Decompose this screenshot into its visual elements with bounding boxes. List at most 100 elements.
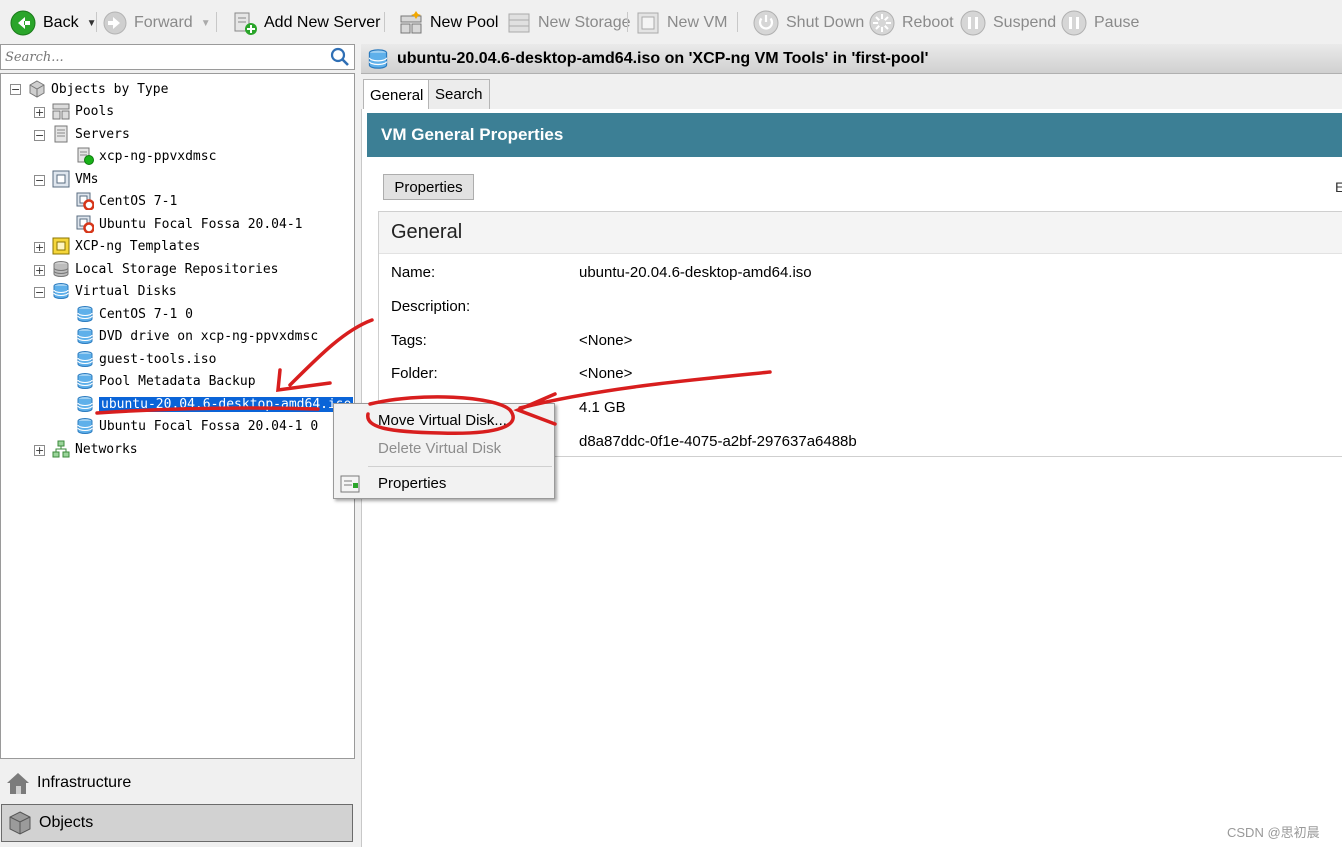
- expand-icon[interactable]: +: [34, 265, 45, 276]
- tree-node-objects-by-type[interactable]: Objects by Type: [28, 79, 168, 99]
- disk-icon: [77, 306, 93, 322]
- collapse-icon[interactable]: −: [34, 287, 45, 298]
- tree-label: Virtual Disks: [75, 283, 177, 299]
- tree-node-pools[interactable]: Pools: [52, 101, 114, 121]
- expand-icon[interactable]: +: [34, 242, 45, 253]
- tree-node-networks[interactable]: Networks: [52, 439, 138, 459]
- tree-node-local-storage[interactable]: Local Storage Repositories: [52, 259, 279, 279]
- cube-icon: [29, 80, 45, 98]
- search-input[interactable]: [5, 47, 325, 67]
- properties-icon: [340, 475, 360, 493]
- property-row-tags: Tags: <None>: [391, 332, 632, 354]
- pool-icon: [52, 103, 70, 120]
- disk-icon: [77, 418, 93, 434]
- tree-label: Local Storage Repositories: [75, 261, 279, 277]
- forward-dropdown-icon[interactable]: ▼: [201, 18, 211, 29]
- disk-icon: [77, 351, 93, 367]
- nav-infrastructure-button[interactable]: Infrastructure: [0, 764, 355, 802]
- new-pool-label: New Pool: [430, 14, 499, 31]
- tree-node-disk-guest-tools[interactable]: guest-tools.iso: [76, 349, 216, 369]
- disk-icon: [77, 373, 93, 389]
- vm-stopped-icon: [76, 192, 94, 210]
- tree-label: ubuntu-20.04.6-desktop-amd64.iso: [99, 396, 354, 412]
- collapse-icon[interactable]: −: [10, 84, 21, 95]
- tree-node-servers[interactable]: Servers: [52, 124, 130, 144]
- collapse-icon[interactable]: −: [34, 175, 45, 186]
- menu-separator: [368, 466, 552, 467]
- new-pool-button[interactable]: New Pool: [398, 8, 498, 38]
- tab-general[interactable]: General: [363, 79, 431, 110]
- menu-item-move-virtual-disk[interactable]: Move Virtual Disk...: [378, 408, 507, 432]
- house-icon: [7, 773, 29, 794]
- property-row-folder: Folder: <None>: [391, 365, 632, 387]
- tree-node-disk-ubuntu-vm[interactable]: Ubuntu Focal Fossa 20.04-1 0: [76, 416, 318, 436]
- object-tree: − Objects by Type + Pools − Servers xcp-…: [0, 73, 355, 759]
- tree-node-vm-ubuntu[interactable]: Ubuntu Focal Fossa 20.04-1: [76, 214, 303, 234]
- tree-label: VMs: [75, 171, 99, 187]
- menu-item-properties[interactable]: Properties: [378, 471, 446, 495]
- tree-node-vms[interactable]: VMs: [52, 169, 98, 189]
- tree-node-vm-centos[interactable]: CentOS 7-1: [76, 191, 177, 211]
- property-row-name: Name: ubuntu-20.04.6-desktop-amd64.iso: [391, 264, 812, 286]
- tree-label: Ubuntu Focal Fossa 20.04-1: [99, 216, 303, 232]
- properties-button[interactable]: Properties: [383, 174, 474, 200]
- toolbar-separator: [627, 12, 628, 32]
- tree-label: Servers: [75, 126, 130, 142]
- tree-node-disk-centos[interactable]: CentOS 7-1 0: [76, 304, 193, 324]
- tree-label: Pool Metadata Backup: [99, 373, 256, 389]
- tree-node-virtual-disks[interactable]: Virtual Disks: [52, 281, 177, 301]
- tree-label: guest-tools.iso: [99, 351, 217, 367]
- property-label: Description:: [391, 298, 471, 315]
- disk-icon: [53, 283, 69, 299]
- tree-node-disk-pool-metadata[interactable]: Pool Metadata Backup: [76, 371, 256, 391]
- section-banner: VM General Properties: [367, 113, 1342, 157]
- tree-label: xcp-ng-ppvxdmsc: [99, 148, 217, 164]
- server-icon: [54, 125, 68, 143]
- disk-icon: [368, 48, 388, 69]
- tree-label: Pools: [75, 103, 115, 119]
- tree-node-server-host[interactable]: xcp-ng-ppvxdmsc: [76, 146, 216, 166]
- tree-node-disk-dvd[interactable]: DVD drive on xcp-ng-ppvxdmsc: [76, 326, 318, 346]
- add-new-server-button[interactable]: Add New Server: [232, 8, 381, 38]
- object-header: ubuntu-20.04.6-desktop-amd64.iso on 'XCP…: [361, 44, 1342, 74]
- back-button[interactable]: Back ▼: [9, 8, 96, 38]
- new-vm-label: New VM: [667, 14, 728, 31]
- property-label: Name:: [391, 264, 436, 281]
- forward-arrow-icon: [103, 11, 127, 35]
- suspend-button[interactable]: Suspend: [959, 8, 1056, 38]
- watermark-text: CSDN @思初晨: [1227, 825, 1320, 840]
- template-icon: [52, 237, 70, 255]
- cube-icon: [9, 811, 31, 835]
- general-section-title: General: [379, 212, 1342, 254]
- tab-search[interactable]: Search: [428, 79, 490, 109]
- cut-off-edge-text[interactable]: E: [1335, 179, 1342, 195]
- nav-objects-button[interactable]: Objects: [1, 804, 353, 842]
- storage-icon: [53, 261, 69, 277]
- property-label: Tags:: [391, 332, 427, 349]
- collapse-icon[interactable]: −: [34, 130, 45, 141]
- reboot-icon: [869, 10, 895, 36]
- search-icon[interactable]: [330, 47, 350, 67]
- expand-icon[interactable]: +: [34, 107, 45, 118]
- tree-node-templates[interactable]: XCP-ng Templates: [52, 236, 200, 256]
- main-toolbar: Back ▼ Forward ▼ Add New Server New Pool…: [0, 0, 1342, 44]
- suspend-label: Suspend: [993, 14, 1057, 31]
- shut-down-button[interactable]: Shut Down: [752, 8, 864, 38]
- menu-item-delete-virtual-disk[interactable]: Delete Virtual Disk: [378, 436, 501, 460]
- shut-down-label: Shut Down: [786, 14, 865, 31]
- add-server-label: Add New Server: [264, 14, 381, 31]
- new-storage-button[interactable]: New Storage: [506, 8, 631, 38]
- expand-icon[interactable]: +: [34, 445, 45, 456]
- new-vm-button[interactable]: New VM: [635, 8, 727, 38]
- tree-node-disk-ubuntu-iso[interactable]: ubuntu-20.04.6-desktop-amd64.iso: [76, 394, 354, 414]
- forward-button[interactable]: Forward ▼: [102, 8, 211, 38]
- context-menu: Move Virtual Disk... Delete Virtual Disk…: [333, 403, 555, 499]
- pause-icon: [1061, 10, 1087, 36]
- power-icon: [753, 10, 779, 36]
- add-server-icon: [234, 12, 257, 35]
- property-label: Folder:: [391, 365, 438, 382]
- back-dropdown-icon[interactable]: ▼: [87, 18, 97, 29]
- pause-button[interactable]: Pause: [1060, 8, 1139, 38]
- vm-group-icon: [52, 170, 70, 188]
- reboot-button[interactable]: Reboot: [868, 8, 954, 38]
